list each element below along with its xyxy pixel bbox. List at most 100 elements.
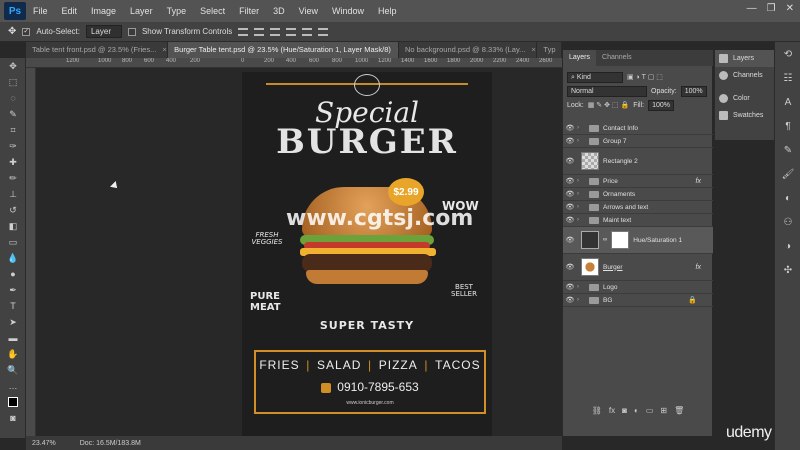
expand-arrow-icon[interactable]: › <box>577 204 585 210</box>
menu-type[interactable]: Type <box>160 6 194 16</box>
expand-arrow-icon[interactable]: › <box>577 284 585 290</box>
blend-mode-select[interactable]: Normal <box>567 85 647 97</box>
eye-icon[interactable]: 👁 <box>563 124 577 132</box>
trash-icon[interactable]: 🗑 <box>674 406 684 420</box>
eye-icon[interactable]: 👁 <box>563 137 577 145</box>
close-button[interactable]: ✕ <box>786 3 794 14</box>
move-tool-icon[interactable]: ✥ <box>0 58 26 74</box>
dock-channels[interactable]: Channels <box>715 67 774 84</box>
lasso-tool-icon[interactable]: ◌ <box>0 90 26 106</box>
fx-icon[interactable]: fx <box>609 406 615 420</box>
link-icon[interactable]: ∞ <box>603 237 607 243</box>
layer-row[interactable]: 👁 Burger fx <box>563 254 713 281</box>
paragraph-icon[interactable]: ¶ <box>775 114 800 138</box>
zoom-level[interactable]: 23.47% <box>32 440 56 447</box>
layer-row[interactable]: 👁 › Ornaments <box>563 188 713 201</box>
align-bottom-icon[interactable] <box>270 27 281 36</box>
auto-select-checkbox[interactable] <box>22 27 31 36</box>
restore-button[interactable]: ❐ <box>767 3 776 14</box>
auto-select-dropdown[interactable]: Layer <box>85 25 122 38</box>
shape-tool-icon[interactable]: ▬ <box>0 330 26 346</box>
eye-icon[interactable]: 👁 <box>563 190 577 198</box>
expand-arrow-icon[interactable]: › <box>577 297 585 303</box>
menu-view[interactable]: View <box>292 6 325 16</box>
tab-table-tent-front[interactable]: Table tent front.psd @ 23.5% (Fries... × <box>26 42 169 58</box>
expand-arrow-icon[interactable]: › <box>577 191 585 197</box>
path-select-tool-icon[interactable]: ➤ <box>0 314 26 330</box>
tool-presets-icon[interactable]: ✎ <box>775 138 800 162</box>
tab-layers[interactable]: Layers <box>563 50 597 66</box>
filter-icons[interactable]: ▣ ◑ T ▢ ⬚ <box>627 73 663 81</box>
hand-tool-icon[interactable]: ✋ <box>0 346 26 362</box>
dock-color[interactable]: Color <box>715 90 774 107</box>
type-tool-icon[interactable]: T <box>0 298 26 314</box>
new-layer-icon[interactable]: ⊞ <box>660 406 667 420</box>
align-right-icon[interactable] <box>318 27 329 36</box>
move-tool-icon[interactable]: ✥ <box>8 26 16 37</box>
properties-icon[interactable]: ☷ <box>775 66 800 90</box>
eye-icon[interactable]: 👁 <box>563 283 577 291</box>
eye-icon[interactable]: 👁 <box>563 203 577 211</box>
history-brush-icon[interactable]: ↺ <box>0 202 26 218</box>
layer-row-selected[interactable]: 👁 ∞ Hue/Saturation 1 <box>563 227 713 254</box>
eye-icon[interactable]: 👁 <box>563 296 577 304</box>
menu-layer[interactable]: Layer <box>123 6 160 16</box>
more-tools-icon[interactable]: … <box>0 378 26 394</box>
marquee-tool-icon[interactable]: ⬚ <box>0 74 26 90</box>
expand-arrow-icon[interactable]: › <box>577 138 585 144</box>
crop-tool-icon[interactable]: ⌗ <box>0 122 26 138</box>
paths-icon[interactable]: ✣ <box>775 258 800 282</box>
adjustment-icon[interactable]: ◐ <box>634 406 639 420</box>
menu-image[interactable]: Image <box>84 6 123 16</box>
menu-window[interactable]: Window <box>325 6 371 16</box>
layer-row[interactable]: 👁 Rectangle 2 <box>563 148 713 175</box>
layer-row[interactable]: 👁 › Contact Info <box>563 122 713 135</box>
kind-filter[interactable]: ⌕ Kind <box>567 71 623 83</box>
blur-tool-icon[interactable]: 💧 <box>0 250 26 266</box>
stamp-tool-icon[interactable]: ⊥ <box>0 186 26 202</box>
document-canvas[interactable]: Special BURGER $2.99 WOW FRESH VEGGIES P… <box>242 72 492 436</box>
expand-arrow-icon[interactable]: › <box>577 217 585 223</box>
brush-icon[interactable]: 🖌 <box>775 162 800 186</box>
healing-tool-icon[interactable]: ✚ <box>0 154 26 170</box>
align-top-icon[interactable] <box>238 27 249 36</box>
fill-input[interactable]: 100% <box>648 99 674 111</box>
lock-icons[interactable]: ▦ ✎ ✥ ⬚ 🔒 <box>588 101 629 109</box>
zoom-tool-icon[interactable]: 🔍 <box>0 362 26 378</box>
layer-row[interactable]: 👁 › Arrows and text <box>563 201 713 214</box>
eye-icon[interactable]: 👁 <box>563 236 577 244</box>
tab-no-background[interactable]: No background.psd @ 8.33% (Lay... × <box>399 42 538 58</box>
dock-swatches[interactable]: Swatches <box>715 107 774 124</box>
eyedropper-tool-icon[interactable]: ✑ <box>0 138 26 154</box>
pen-tool-icon[interactable]: ✒ <box>0 282 26 298</box>
fx-icon[interactable]: fx <box>696 264 701 271</box>
history-icon[interactable]: ⟲ <box>775 42 800 66</box>
layer-row[interactable]: 👁 › Maint text <box>563 214 713 227</box>
color-swatch-icon[interactable] <box>0 394 26 410</box>
mask-thumbnail[interactable] <box>611 231 630 249</box>
dodge-tool-icon[interactable]: ● <box>0 266 26 282</box>
minimize-button[interactable]: — <box>747 3 757 14</box>
show-transform-checkbox[interactable] <box>127 27 136 36</box>
expand-arrow-icon[interactable]: › <box>577 125 585 131</box>
menu-filter[interactable]: Filter <box>232 6 266 16</box>
clone-source-icon[interactable]: ⚇ <box>775 210 800 234</box>
fx-icon[interactable]: fx <box>696 178 701 185</box>
eraser-tool-icon[interactable]: ◧ <box>0 218 26 234</box>
align-left-icon[interactable] <box>286 27 297 36</box>
dock-layers[interactable]: Layers <box>715 50 774 67</box>
tab-burger-table-tent[interactable]: Burger Table tent.psd @ 23.5% (Hue/Satur… <box>168 42 399 58</box>
menu-file[interactable]: File <box>26 6 55 16</box>
expand-arrow-icon[interactable]: › <box>577 178 585 184</box>
tab-channels[interactable]: Channels <box>596 50 638 66</box>
eye-icon[interactable]: 👁 <box>563 157 577 165</box>
eye-icon[interactable]: 👁 <box>563 177 577 185</box>
new-group-icon[interactable]: ▭ <box>646 406 654 420</box>
opacity-input[interactable]: 100% <box>680 85 707 97</box>
brush-tool-icon[interactable]: ✏ <box>0 170 26 186</box>
gradient-tool-icon[interactable]: ▭ <box>0 234 26 250</box>
menu-help[interactable]: Help <box>371 6 404 16</box>
character-icon[interactable]: A <box>775 90 800 114</box>
layer-row[interactable]: 👁 › Logo <box>563 281 713 294</box>
navigator-icon[interactable]: ◐ <box>775 186 800 210</box>
